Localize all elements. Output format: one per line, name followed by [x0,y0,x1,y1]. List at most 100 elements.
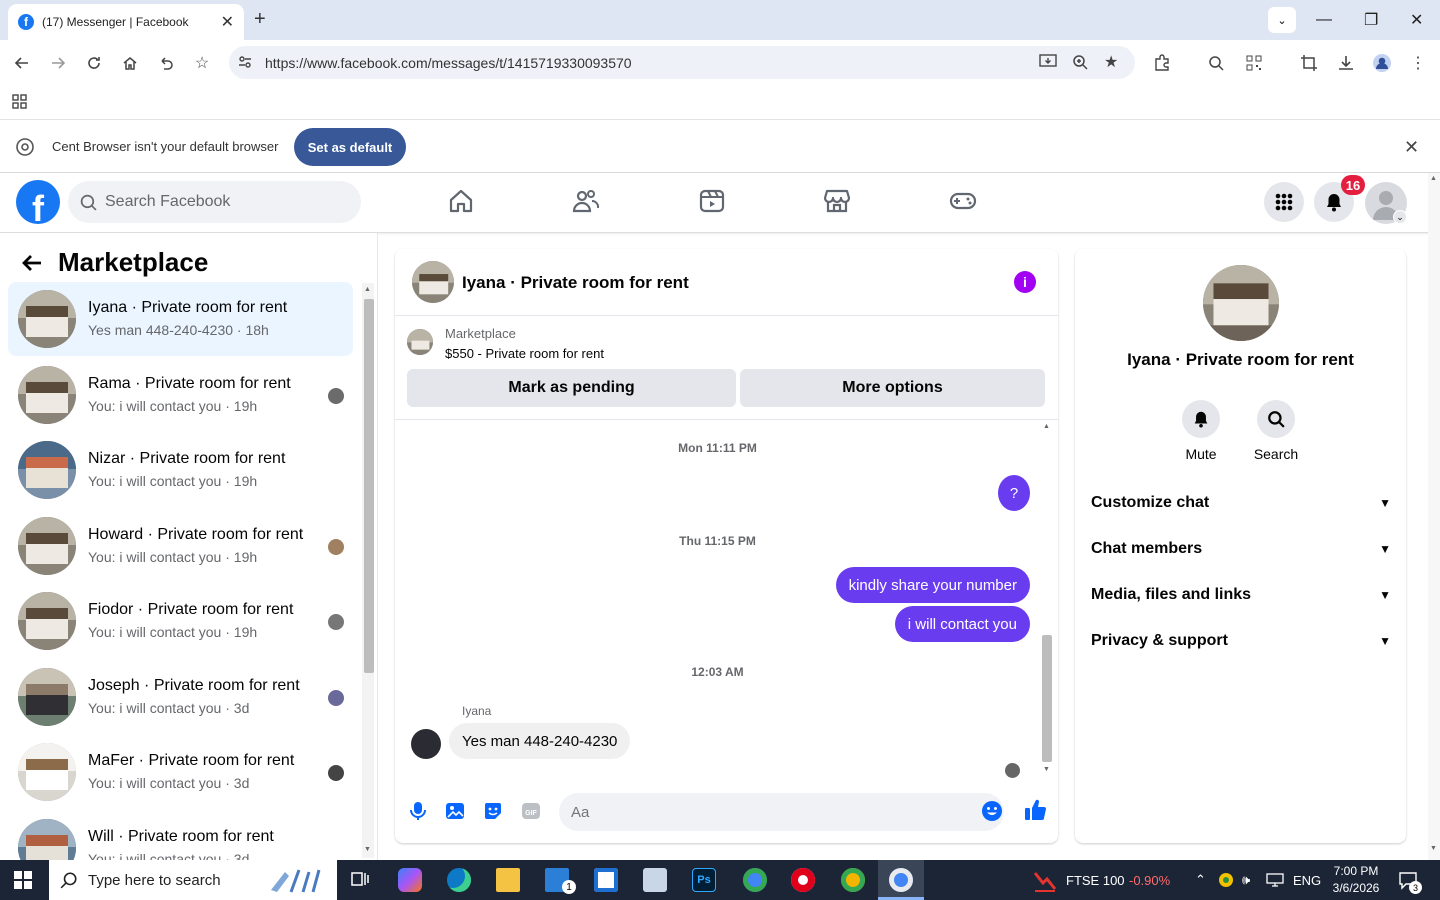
browser-menu-icon[interactable]: ⋮ [1407,52,1429,74]
scroll-up-icon[interactable]: ▲ [1043,423,1050,430]
scrollbar-thumb[interactable] [364,299,374,673]
incoming-message[interactable]: Yes man 448-240-4230 [449,723,631,759]
scroll-down-icon[interactable]: ▼ [1430,845,1437,852]
network-app-icon[interactable] [643,868,667,892]
browser-tab[interactable]: f (17) Messenger | Facebook ✕ [8,4,244,40]
download-icon[interactable] [1335,52,1357,74]
facebook-logo-icon[interactable]: f [16,180,60,224]
back-icon[interactable] [11,52,33,74]
language-indicator[interactable]: ENG [1293,860,1321,900]
scroll-down-icon[interactable]: ▼ [1043,766,1050,773]
video-nav-icon[interactable] [698,187,726,215]
tab-search-chevron-icon[interactable]: ⌄ [1268,7,1296,33]
zoom-icon[interactable] [1072,54,1088,70]
mute-bell-icon[interactable] [1182,400,1220,438]
sticker-icon[interactable] [482,800,504,822]
marketplace-nav-icon[interactable] [823,187,851,215]
address-bar[interactable]: https://www.facebook.com/messages/t/1415… [229,46,1135,79]
new-tab-plus-icon[interactable]: + [254,8,266,31]
chat-avatar[interactable] [412,261,454,303]
search-tool-icon[interactable] [1205,52,1227,74]
windows-start-icon[interactable] [14,871,32,889]
bookmark-star-icon[interactable]: ☆ [191,52,213,74]
menu-grid-button[interactable] [1264,182,1304,222]
undo-close-tab-icon[interactable] [155,52,177,74]
privacy-support-section[interactable]: Privacy & support ▼ [1091,626,1391,656]
browser-app-2-icon[interactable] [841,868,865,892]
qr-code-icon[interactable] [1243,52,1265,74]
facebook-search-input[interactable]: Search Facebook [68,181,361,223]
listing-title[interactable]: $550 - Private room for rent [445,346,604,361]
set-default-button[interactable]: Set as default [294,128,406,166]
more-options-button[interactable]: More options [740,369,1045,407]
reload-icon[interactable] [83,52,105,74]
conversation-item[interactable]: Howard · Private room for rent You: i wil… [8,509,353,583]
forward-icon[interactable] [47,52,69,74]
search-in-chat-icon[interactable] [1257,400,1295,438]
chat-title[interactable]: Iyana · Private room for rent [462,273,689,293]
copilot-app-icon[interactable] [398,868,422,892]
maximize-icon[interactable]: ❐ [1364,0,1378,40]
photoshop-app-icon[interactable]: Ps [692,868,716,892]
browser-app-icon[interactable] [743,868,767,892]
listing-thumbnail[interactable] [407,329,433,355]
conversation-item[interactable]: Iyana · Private room for rent Yes man 448… [8,282,353,356]
message-input[interactable] [559,793,1004,831]
photo-icon[interactable] [444,800,466,822]
taskbar-search-box[interactable]: Type here to search [49,860,337,900]
customize-chat-section[interactable]: Customize chat ▼ [1091,488,1391,518]
install-app-icon[interactable] [1039,54,1057,70]
outgoing-message[interactable]: kindly share your number [835,567,1030,603]
account-chevron-icon[interactable]: ⌄ [1393,210,1407,224]
scrollbar-thumb[interactable] [1042,635,1052,762]
infobar-close-icon[interactable]: ✕ [1404,137,1419,158]
scroll-up-icon[interactable]: ▲ [1430,175,1437,182]
file-explorer-icon[interactable] [496,868,520,892]
show-hidden-icons-chevron-icon[interactable]: ⌃ [1195,860,1206,900]
scroll-up-icon[interactable]: ▲ [364,286,371,293]
store-app-icon[interactable] [594,868,618,892]
active-app-highlight[interactable] [878,860,924,900]
mark-as-pending-button[interactable]: Mark as pending [407,369,736,407]
tray-app-icon[interactable] [1218,860,1234,900]
conversation-item[interactable]: Nizar · Private room for rent You: i will… [8,433,353,507]
tab-close-icon[interactable]: ✕ [221,12,234,32]
home-nav-icon[interactable] [447,187,475,215]
thread-scrollbar[interactable]: ▲ ▼ [1041,420,1053,778]
outgoing-message[interactable]: i will contact you [894,606,1030,642]
home-icon[interactable] [119,52,141,74]
outgoing-message[interactable]: ? [998,475,1030,511]
back-arrow-icon[interactable] [20,251,44,275]
sender-avatar[interactable] [411,729,441,759]
friends-nav-icon[interactable] [572,187,600,215]
site-settings-icon[interactable] [237,54,253,70]
emoji-icon[interactable] [981,800,1003,822]
scroll-down-icon[interactable]: ▼ [364,846,371,853]
profile-icon[interactable] [1371,52,1393,74]
info-icon[interactable]: i [1014,271,1036,293]
conversation-item[interactable]: Fiodor · Private room for rent You: i wil… [8,584,353,658]
page-scrollbar[interactable]: ▲ ▼ [1428,173,1440,860]
bookmark-page-star-icon[interactable]: ★ [1104,52,1118,72]
gaming-nav-icon[interactable] [949,187,977,215]
apps-grid-icon[interactable] [12,94,28,110]
chat-members-section[interactable]: Chat members ▼ [1091,534,1391,564]
conversation-list-scrollbar[interactable]: ▲ ▼ [362,283,374,858]
media-files-links-section[interactable]: Media, files and links ▼ [1091,580,1391,610]
clock[interactable]: 7:00 PM 3/6/2026 [1330,863,1382,897]
network-icon[interactable] [1266,860,1284,900]
microphone-icon[interactable] [407,800,429,822]
conversation-item[interactable]: Will · Private room for rent You: i will … [8,811,353,860]
task-view-icon[interactable] [349,868,373,892]
search-action[interactable]: Search [1246,400,1306,462]
volume-icon[interactable]: 🕪 [1242,860,1250,900]
conversation-item[interactable]: MaFer · Private room for rent You: i will… [8,735,353,809]
like-thumb-icon[interactable] [1023,798,1046,820]
crop-screenshot-icon[interactable] [1298,52,1320,74]
ticker-name[interactable]: FTSE 100 [1066,860,1125,900]
edge-app-icon[interactable] [447,868,471,892]
mute-action[interactable]: Mute [1171,400,1231,462]
conversation-item[interactable]: Rama · Private room for rent You: i will … [8,358,353,432]
conversation-item[interactable]: Joseph · Private room for rent You: i wil… [8,660,353,734]
minimize-icon[interactable]: — [1316,0,1332,40]
